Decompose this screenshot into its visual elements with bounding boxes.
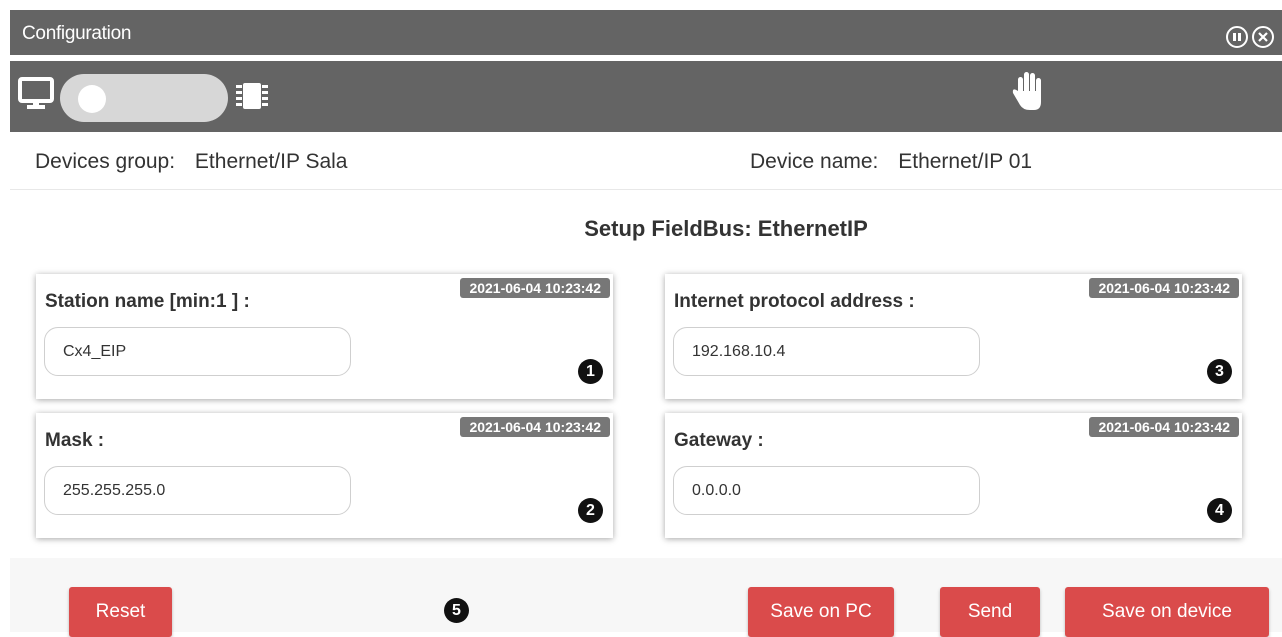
gateway-card: Gateway : 2021-06-04 10:23:42 4 [665,413,1242,538]
gateway-label: Gateway : [674,430,764,451]
station-name-card: Station name [min:1 ] : 2021-06-04 10:23… [36,274,613,399]
mask-timestamp: 2021-06-04 10:23:42 [460,417,610,437]
device-name-label: Device name: [750,150,879,173]
devices-group-value: Ethernet/IP Sala [194,150,348,173]
callout-badge-5: 5 [444,598,469,623]
mask-card: Mask : 2021-06-04 10:23:42 2 [36,413,613,538]
pc-device-toggle[interactable] [60,74,228,122]
monitor-icon [18,77,54,116]
mask-input[interactable] [44,466,351,515]
save-on-device-button[interactable]: Save on device [1065,587,1269,637]
toggle-knob [78,85,106,113]
device-info-bar: Devices group: Ethernet/IP Sala Device n… [10,132,1282,190]
mask-label: Mask : [45,430,105,451]
window-title: Configuration [22,23,132,44]
reset-button[interactable]: Reset [69,587,172,637]
station-name-input[interactable] [44,327,351,376]
save-on-pc-button[interactable]: Save on PC [748,587,894,637]
device-name: Device name: Ethernet/IP 01 [750,150,1032,174]
devices-group: Devices group: Ethernet/IP Sala [35,150,347,174]
close-circle-icon[interactable] [1252,26,1274,48]
callout-badge-1: 1 [578,359,603,384]
window-controls [1226,26,1274,48]
ip-address-timestamp: 2021-06-04 10:23:42 [1089,278,1239,298]
callout-badge-2: 2 [578,498,603,523]
ip-address-card: Internet protocol address : 2021-06-04 1… [665,274,1242,399]
title-bar: Configuration [10,10,1282,58]
callout-badge-3: 3 [1207,359,1232,384]
footer-bar: Reset 5 Save on PC Send Save on device [10,558,1282,637]
gateway-timestamp: 2021-06-04 10:23:42 [1089,417,1239,437]
ip-address-input[interactable] [673,327,980,376]
pause-circle-icon[interactable] [1226,26,1248,48]
device-name-value: Ethernet/IP 01 [898,150,1033,173]
configuration-window: Configuration Devices group: Ethernet/IP… [10,10,1282,637]
ip-address-label: Internet protocol address : [674,291,915,312]
station-name-timestamp: 2021-06-04 10:23:42 [460,278,610,298]
toolbar [10,61,1282,132]
devices-group-label: Devices group: [35,150,176,173]
callout-badge-4: 4 [1207,498,1232,523]
hand-icon[interactable] [1010,69,1048,118]
section-title: Setup FieldBus: EthernetIP [584,216,868,241]
station-name-label: Station name [min:1 ] : [45,291,250,312]
send-button[interactable]: Send [940,587,1040,637]
gateway-input[interactable] [673,466,980,515]
chip-icon [234,78,270,119]
